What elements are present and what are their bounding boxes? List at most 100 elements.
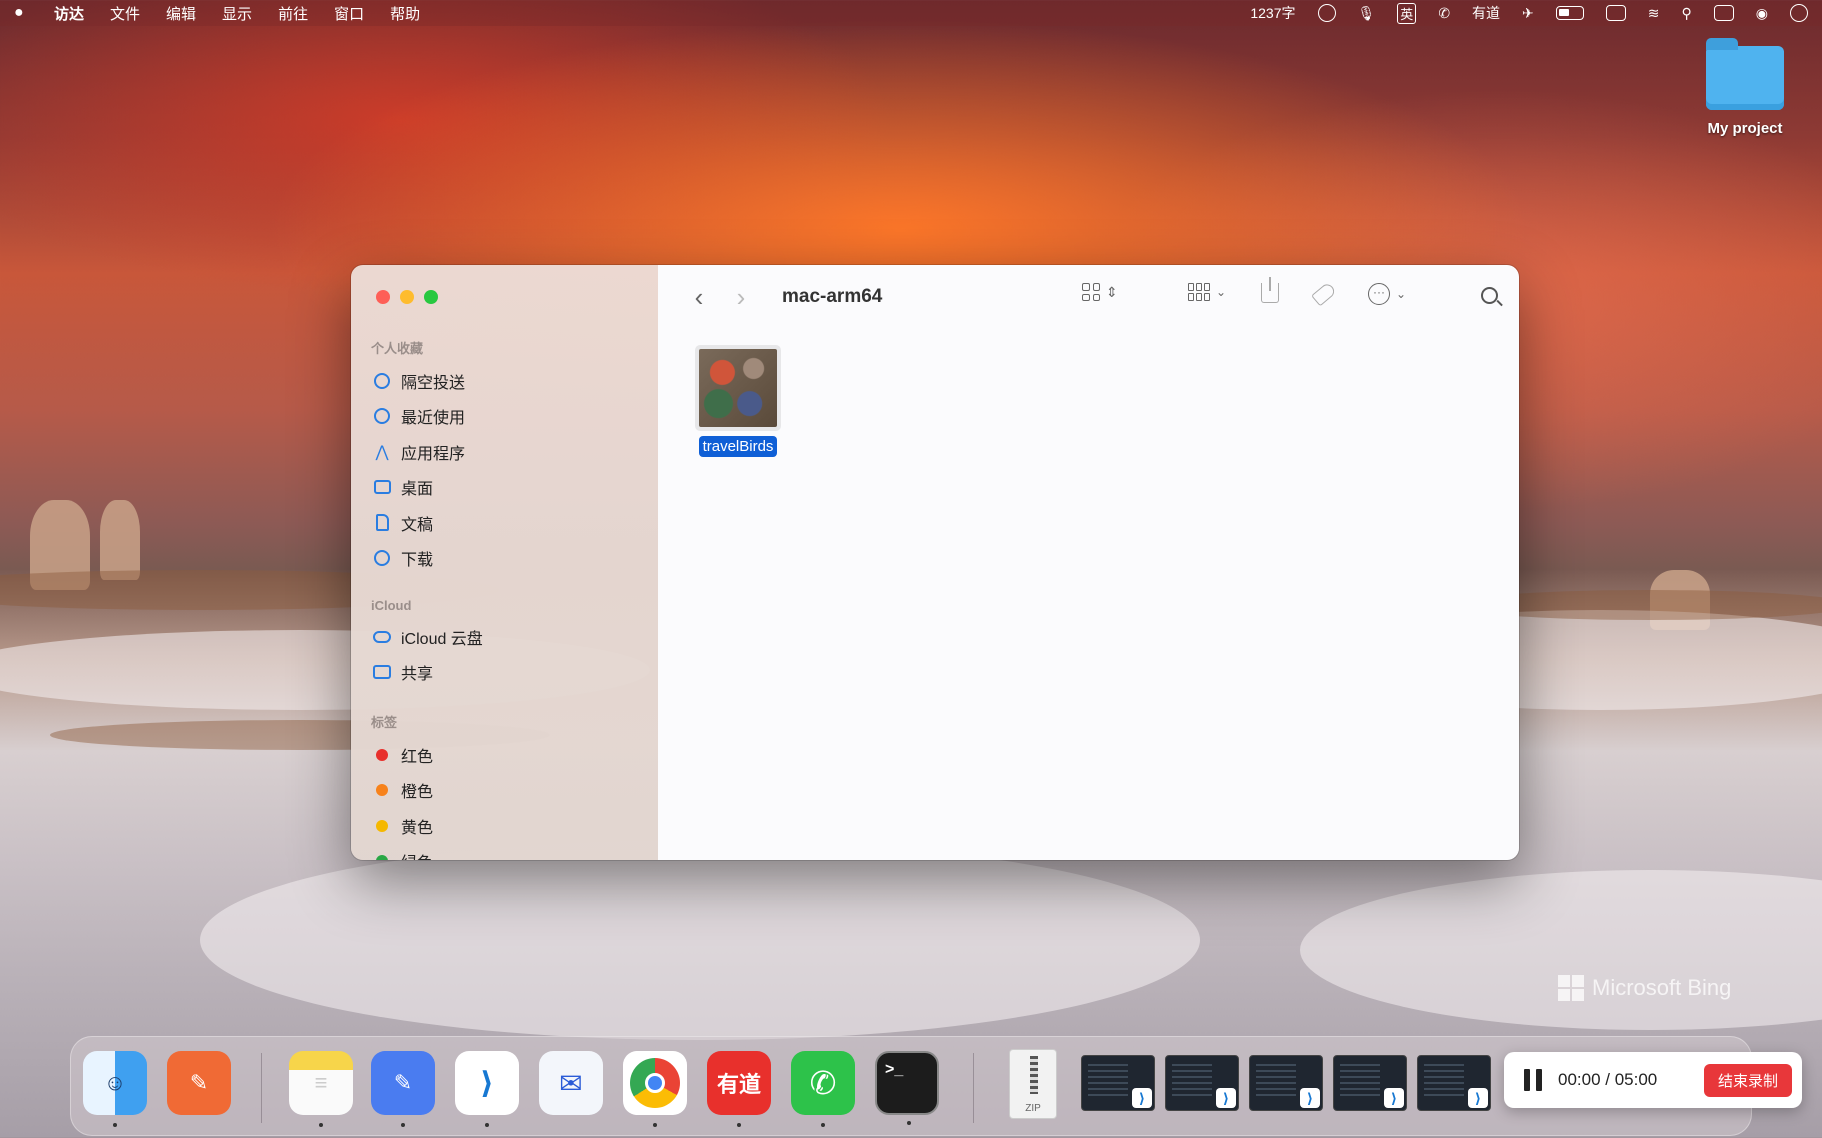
- file-name-label[interactable]: travelBirds: [698, 436, 778, 457]
- desktop-folder-my-project[interactable]: My project: [1700, 38, 1790, 137]
- dock-chrome-icon[interactable]: [623, 1051, 687, 1127]
- dock-separator: [973, 1053, 974, 1123]
- dock-youdao-icon[interactable]: 有道: [707, 1051, 771, 1127]
- sidebar-item-downloads[interactable]: 下载: [351, 541, 658, 577]
- s-app-icon[interactable]: [1605, 5, 1626, 21]
- siri-icon[interactable]: ◉: [1756, 5, 1768, 22]
- search-button[interactable]: [1481, 287, 1498, 304]
- dock-notes-icon[interactable]: ≡: [289, 1051, 353, 1127]
- stop-recording-button[interactable]: 结束录制: [1703, 1063, 1792, 1097]
- sidebar-item-documents[interactable]: 文稿: [351, 505, 658, 541]
- chevron-down-icon: ⌄: [1216, 285, 1227, 299]
- sidebar-item-icloud-drive[interactable]: iCloud 云盘: [351, 619, 658, 655]
- menu-edit[interactable]: 编辑: [166, 3, 196, 24]
- sidebar-item-applications[interactable]: ⋀ 应用程序: [351, 434, 658, 470]
- dock-minimized-window[interactable]: ⟩: [1081, 1055, 1155, 1111]
- screen-recorder-panel: 00:00 / 05:00 结束录制: [1504, 1052, 1802, 1108]
- share-button[interactable]: [1261, 277, 1279, 303]
- dock-separator: [261, 1053, 262, 1123]
- action-menu-button[interactable]: ··· ⌄: [1368, 283, 1406, 305]
- menu-help[interactable]: 帮助: [390, 3, 420, 24]
- icloud-section-title: iCloud: [371, 598, 412, 613]
- dock-finder-icon[interactable]: ☺: [83, 1051, 147, 1127]
- image-thumbnail-icon: [699, 349, 777, 427]
- sidebar-item-label: 应用程序: [401, 445, 466, 463]
- dock-minimized-window[interactable]: ⟩: [1417, 1055, 1491, 1111]
- sidebar-item-desktop[interactable]: 桌面: [351, 470, 658, 506]
- vscode-badge-icon: ⟩: [1468, 1088, 1488, 1108]
- microphone-icon[interactable]: 🎙: [1358, 5, 1376, 22]
- sidebar-item-label: 绿色: [401, 849, 433, 860]
- sidebar-item-label: iCloud 云盘: [401, 630, 483, 648]
- group-button[interactable]: ⌄: [1188, 283, 1226, 301]
- dock-postman-icon[interactable]: ✎: [167, 1051, 231, 1115]
- control-center-icon[interactable]: [1713, 5, 1734, 21]
- menu-go[interactable]: 前往: [278, 3, 308, 24]
- sidebar-item-shared[interactable]: 共享: [351, 655, 658, 691]
- apple-menu-icon[interactable]: ●: [14, 4, 32, 22]
- dock-terminal-icon[interactable]: >_: [875, 1051, 939, 1125]
- sidebar-tag-green[interactable]: 绿色: [351, 844, 658, 860]
- shared-folder-icon: [373, 663, 391, 681]
- folder-icon: [1706, 38, 1784, 110]
- menu-view[interactable]: 显示: [222, 3, 252, 24]
- share-icon: [1261, 277, 1279, 303]
- airdrop-icon: [373, 372, 391, 390]
- menu-bar: ● 访达 文件 编辑 显示 前往 窗口 帮助 1237字 🎙 英 ✆ 有道 ✈ …: [0, 0, 1822, 26]
- menu-file[interactable]: 文件: [110, 3, 140, 24]
- youdao-label: 有道: [716, 1072, 761, 1097]
- input-method-indicator[interactable]: 英: [1397, 2, 1417, 24]
- sidebar-item-label: 文稿: [401, 516, 434, 534]
- menu-app[interactable]: 访达: [54, 3, 84, 24]
- pause-icon[interactable]: [1522, 1069, 1544, 1091]
- zoom-button[interactable]: [424, 290, 438, 304]
- wifi-icon[interactable]: ≋: [1648, 5, 1660, 22]
- finder-toolbar: ‹ › mac-arm64 ⇕ ⌄ ··· ⌄: [658, 265, 1519, 329]
- wechat-status-icon[interactable]: ✆: [1438, 5, 1450, 22]
- favorites-section-title: 个人收藏: [371, 341, 424, 356]
- dock-zip-file-icon[interactable]: ZIP: [1009, 1049, 1057, 1119]
- sidebar-tag-yellow[interactable]: 黄色: [351, 808, 658, 844]
- word-count[interactable]: 1237字: [1250, 3, 1295, 23]
- sidebar-item-label: 红色: [401, 748, 434, 766]
- menu-window[interactable]: 窗口: [334, 3, 364, 24]
- more-icon: ···: [1368, 283, 1390, 305]
- desktop-folder-label: My project: [1707, 120, 1783, 137]
- sidebar-item-label: 桌面: [401, 481, 434, 499]
- battery-icon[interactable]: [1555, 6, 1584, 20]
- forward-button[interactable]: ›: [726, 282, 756, 313]
- dock-minimized-window[interactable]: ⟩: [1165, 1055, 1239, 1111]
- dock-minimized-window[interactable]: ⟩: [1249, 1055, 1323, 1111]
- recording-timer: 00:00 / 05:00: [1558, 1070, 1658, 1089]
- watermark-text: Microsoft Bing: [1592, 975, 1732, 1000]
- dock-wechat-icon[interactable]: ✆: [791, 1051, 855, 1127]
- dock-vscode-icon[interactable]: ⟩: [455, 1051, 519, 1127]
- dock-editor-icon[interactable]: ✎: [371, 1051, 435, 1127]
- close-button[interactable]: [376, 290, 390, 304]
- bird-status-icon[interactable]: ✈: [1522, 5, 1534, 22]
- spotlight-search-icon[interactable]: ⚲: [1682, 5, 1692, 22]
- sidebar-tag-red[interactable]: 红色: [351, 737, 658, 773]
- back-button[interactable]: ‹: [684, 282, 714, 313]
- youdao-status[interactable]: 有道: [1472, 3, 1500, 23]
- window-controls: [376, 290, 438, 304]
- sidebar-item-recents[interactable]: 最近使用: [351, 399, 658, 435]
- file-item-travelbirds[interactable]: travelBirds: [695, 345, 781, 457]
- view-mode-button[interactable]: ⇕: [1082, 283, 1118, 301]
- status-area: 1237字 🎙 英 ✆ 有道 ✈ ≋ ⚲ ◉: [1250, 2, 1808, 24]
- sidebar-item-label: 黄色: [401, 819, 434, 837]
- zip-label: ZIP: [1025, 1103, 1041, 1114]
- dock-minimized-window[interactable]: ⟩: [1333, 1055, 1407, 1111]
- clock-status-icon[interactable]: [1790, 4, 1808, 22]
- sidebar-tag-orange[interactable]: 橙色: [351, 773, 658, 809]
- sidebar-item-label: 下载: [401, 552, 434, 570]
- tag-icon: [1311, 281, 1337, 307]
- dock-mail-app-icon[interactable]: ✉: [539, 1051, 603, 1115]
- sidebar-item-airdrop[interactable]: 隔空投送: [351, 363, 658, 399]
- bing-watermark: Microsoft Bing: [1558, 975, 1731, 1001]
- cloud-icon: [373, 628, 391, 646]
- minimize-button[interactable]: [400, 290, 414, 304]
- document-icon: [373, 514, 391, 532]
- emoji-icon[interactable]: [1317, 4, 1336, 22]
- tag-button[interactable]: [1311, 281, 1337, 307]
